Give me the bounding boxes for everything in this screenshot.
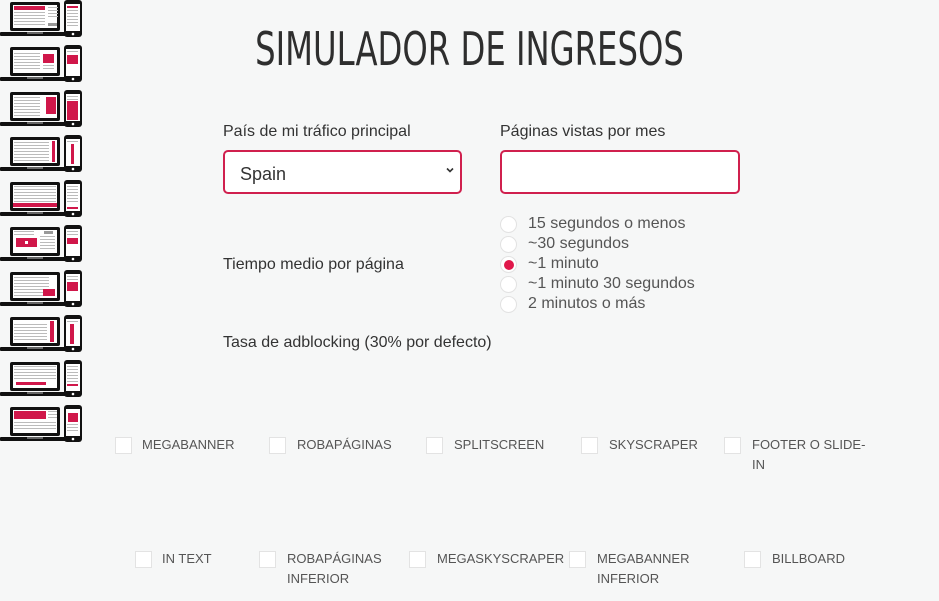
ad-format-option[interactable]: MEGABANNER INFERIOR bbox=[0, 360, 939, 586]
time-label: Tiempo medio por página bbox=[223, 256, 404, 273]
radio-button[interactable] bbox=[500, 235, 517, 253]
radio-button[interactable] bbox=[500, 215, 517, 233]
radio-label: 15 segundos o menos bbox=[528, 215, 686, 232]
robapaginas-inferior-devices-icon bbox=[0, 270, 939, 315]
radio-button[interactable] bbox=[500, 295, 517, 313]
ad-format-option[interactable]: SKYSCRAPER bbox=[0, 135, 939, 454]
skyscraper-devices-icon bbox=[0, 135, 939, 180]
format-checkbox[interactable] bbox=[744, 551, 761, 568]
format-label: SPLITSCREEN bbox=[454, 437, 545, 452]
country-select[interactable]: Spain bbox=[223, 150, 462, 194]
format-label: MEGABANNER INFERIOR bbox=[597, 551, 690, 586]
time-option[interactable]: ~30 segundos bbox=[500, 234, 629, 254]
format-checkbox[interactable] bbox=[581, 437, 598, 454]
format-label: SKYSCRAPER bbox=[609, 437, 698, 452]
radio-button[interactable] bbox=[500, 255, 517, 273]
pageviews-label: Páginas vistas por mes bbox=[500, 123, 666, 140]
radio-label: 2 minutos o más bbox=[528, 295, 646, 312]
format-checkbox[interactable] bbox=[115, 437, 132, 454]
format-checkbox[interactable] bbox=[569, 551, 586, 568]
pageviews-input[interactable] bbox=[500, 150, 740, 194]
chevron-down-icon bbox=[446, 167, 454, 173]
footer-devices-icon bbox=[0, 180, 939, 225]
radio-label: ~1 minuto 30 segundos bbox=[528, 275, 695, 292]
format-checkbox[interactable] bbox=[269, 437, 286, 454]
megabanner-inferior-devices-icon bbox=[0, 360, 939, 405]
country-label: País de mi tráfico principal bbox=[223, 123, 411, 140]
adblock-label: Tasa de adblocking (30% por defecto) bbox=[223, 334, 492, 351]
time-option[interactable]: ~1 minuto 30 segundos bbox=[500, 274, 695, 294]
radio-label: ~30 segundos bbox=[528, 235, 629, 252]
format-checkbox[interactable] bbox=[426, 437, 443, 454]
radio-label: ~1 minuto bbox=[528, 255, 599, 272]
intext-devices-icon bbox=[0, 225, 939, 270]
format-checkbox[interactable] bbox=[409, 551, 426, 568]
format-checkbox[interactable] bbox=[259, 551, 276, 568]
format-label: MEGASKYSCRAPER bbox=[437, 551, 565, 566]
time-option[interactable]: 2 minutos o más bbox=[500, 294, 645, 314]
format-checkbox[interactable] bbox=[135, 551, 152, 568]
radio-button[interactable] bbox=[500, 275, 517, 293]
format-label: ROBAPÁGINAS INFERIOR bbox=[287, 551, 382, 586]
time-option[interactable]: 15 segundos o menos bbox=[500, 214, 685, 234]
page-title: SIMULADOR DE INGRESOS bbox=[255, 22, 684, 76]
time-option[interactable]: ~1 minuto bbox=[500, 254, 599, 274]
ad-format-option[interactable]: ROBAPÁGINAS INFERIOR bbox=[0, 270, 939, 586]
format-checkbox[interactable] bbox=[724, 437, 741, 454]
format-label: MEGABANNER bbox=[142, 437, 235, 452]
country-selected-value: Spain bbox=[240, 164, 287, 184]
format-label: ROBAPÁGINAS bbox=[297, 437, 392, 452]
splitscreen-devices-icon bbox=[0, 90, 939, 135]
ad-format-option[interactable]: SPLITSCREEN bbox=[0, 90, 939, 454]
ad-format-option[interactable]: FOOTER O SLIDE-IN bbox=[0, 180, 939, 472]
format-label: FOOTER O SLIDE-IN bbox=[752, 437, 866, 472]
ad-format-option[interactable]: IN TEXT bbox=[0, 225, 939, 568]
format-label: BILLBOARD bbox=[772, 551, 845, 566]
